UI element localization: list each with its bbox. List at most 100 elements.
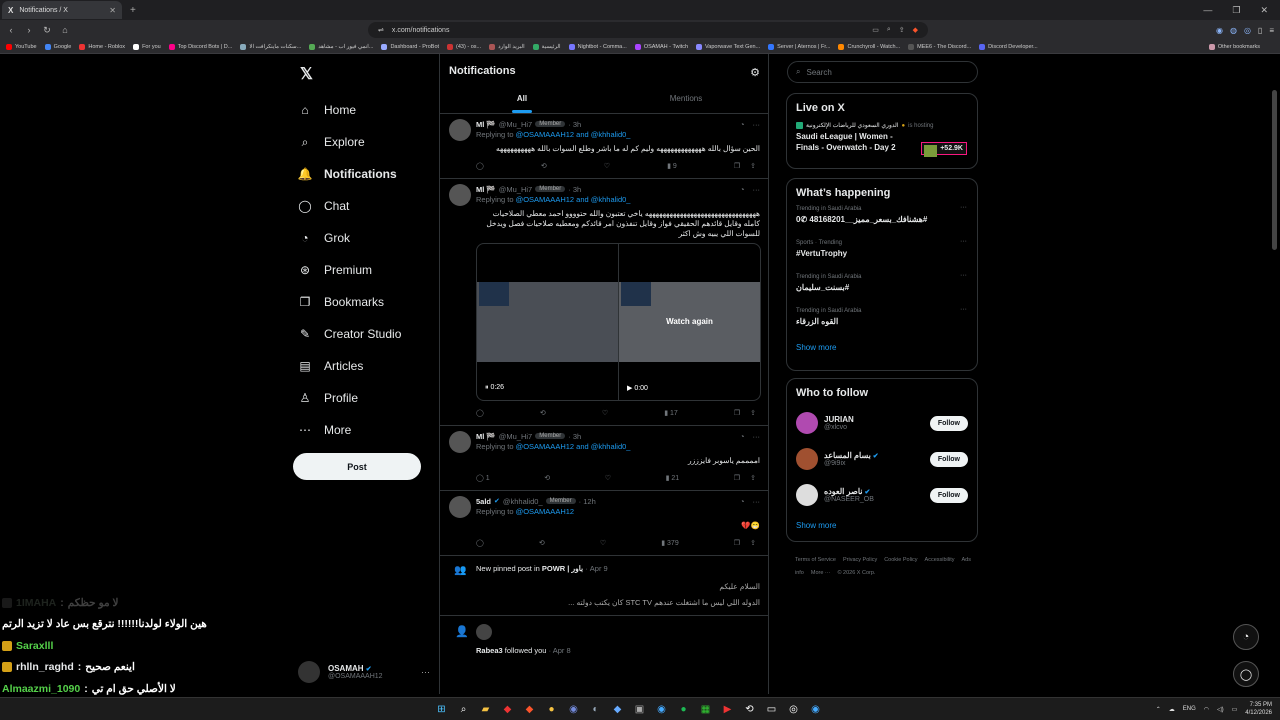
follow-button[interactable]: Follow: [929, 487, 968, 503]
like-icon[interactable]: ♡: [600, 539, 606, 547]
footer-link[interactable]: Accessibility: [925, 557, 955, 563]
bookmark-item[interactable]: For you: [133, 43, 161, 50]
footer-link[interactable]: More ···: [811, 570, 831, 576]
home-icon[interactable]: ⌂: [60, 25, 70, 35]
footer-link[interactable]: Cookie Policy: [884, 557, 917, 563]
app-icon[interactable]: ▶: [719, 701, 736, 718]
follow-suggestion[interactable]: بسام المساعد ✔ @9i9ix Follow: [787, 441, 977, 477]
nav-explore[interactable]: ⌕ Explore: [298, 126, 401, 158]
follow-suggestion[interactable]: JURIAN @xlcvo Follow: [787, 405, 977, 441]
browser-tab[interactable]: X Notifications / X ✕: [2, 1, 122, 19]
avatar[interactable]: [449, 184, 471, 206]
bookmark-item[interactable]: Server | Aternos | Fr...: [768, 43, 830, 50]
bookmark-icon[interactable]: ❐: [734, 539, 740, 547]
retweet-icon[interactable]: ⟲: [539, 539, 545, 547]
author-name[interactable]: Ml 🏁: [476, 432, 496, 441]
live-viewer-count[interactable]: +52.9K: [921, 142, 967, 157]
bookmark-item[interactable]: سكنات ماينكرافت الا...: [240, 43, 301, 50]
nav-profile[interactable]: ♙ Profile: [298, 382, 401, 414]
nav-creator-studio[interactable]: ✎ Creator Studio: [298, 318, 401, 350]
bookmark-item[interactable]: Nightbot - Comma...: [568, 43, 627, 50]
discord-icon[interactable]: ◉: [565, 701, 582, 718]
steam-icon[interactable]: ◐: [587, 701, 604, 718]
follow-button[interactable]: Follow: [929, 415, 968, 431]
app-icon[interactable]: ◉: [807, 701, 824, 718]
more-icon[interactable]: ···: [421, 667, 430, 677]
tweet-notification[interactable]: 5ald ✔ @khhalid0_ Member · 12h ◔ ··· Replying t…: [440, 491, 768, 556]
avatar[interactable]: [796, 484, 818, 506]
bookmark-icon[interactable]: ❐: [734, 474, 740, 482]
watch-again-button[interactable]: Watch again: [619, 317, 760, 326]
app-icon[interactable]: ▣: [631, 701, 648, 718]
volume-icon[interactable]: ◁): [1217, 706, 1224, 713]
more-icon[interactable]: ···: [753, 185, 761, 194]
app-icon[interactable]: ◆: [609, 701, 626, 718]
footer-link[interactable]: Terms of Service: [795, 557, 836, 563]
back-icon[interactable]: ‹: [6, 25, 16, 35]
post-button[interactable]: Post: [293, 453, 421, 480]
avatar[interactable]: [796, 412, 818, 434]
bookmark-item[interactable]: (43) - os...: [447, 43, 481, 50]
language-indicator[interactable]: ENG: [1183, 706, 1196, 712]
stream-title[interactable]: Saudi eLeague | Women - Finals - Overwat…: [787, 129, 907, 155]
views-icon[interactable]: ▮ 21: [666, 474, 680, 482]
more-icon[interactable]: ···: [753, 120, 761, 129]
share-icon[interactable]: ⇪: [750, 539, 756, 547]
tab-all[interactable]: All: [440, 89, 604, 113]
follower-name[interactable]: Rabea3: [476, 646, 503, 655]
battery-icon[interactable]: ▭: [1232, 706, 1238, 713]
trend-item[interactable]: Trending in Saudi Arabia القوه الزرقاء ···: [787, 301, 977, 335]
app-icon[interactable]: ◎: [785, 701, 802, 718]
tray-icon[interactable]: ⌃: [1156, 706, 1161, 713]
author-name[interactable]: 5ald: [476, 497, 491, 506]
mention-link[interactable]: @OSAMAAAH12 and @khhalid0_: [516, 442, 631, 451]
url-field[interactable]: ⇌ x.com/notifications ▭ ⌕ ⇪ ◆: [368, 22, 928, 38]
nav-home[interactable]: ⌂ Home: [298, 94, 401, 126]
trend-item[interactable]: Trending in Saudi Arabia #هشنافك_بسعر_ممي…: [787, 199, 977, 233]
bookmark-item[interactable]: Crunchyroll - Watch...: [838, 43, 900, 50]
scrollbar[interactable]: [1272, 60, 1278, 620]
views-icon[interactable]: ▮ 379: [661, 539, 678, 547]
author-name[interactable]: Ml 🏁: [476, 120, 496, 129]
app-icon[interactable]: ⟲: [741, 701, 758, 718]
close-tab-icon[interactable]: ✕: [109, 6, 116, 15]
nav-more[interactable]: ⋯ More: [298, 414, 401, 446]
grok-icon[interactable]: ◔: [740, 497, 745, 506]
pinned-post-notification[interactable]: 👥 New pinned post in POWR | باور · Apr 9…: [440, 556, 768, 616]
live-host[interactable]: is hosting ● الدوري السعودي للرياضات الإ…: [787, 114, 977, 129]
app-icon[interactable]: ▦: [697, 701, 714, 718]
mention-link[interactable]: @OSAMAAAH12 and @khhalid0_: [516, 195, 631, 204]
trend-item[interactable]: Sports · Trending #VertuTrophy ···: [787, 233, 977, 267]
avatar[interactable]: [449, 119, 471, 141]
extension-icon[interactable]: ◎: [1244, 26, 1251, 35]
bookmark-item[interactable]: Vaporwave Text Gen...: [696, 43, 760, 50]
tray-icon[interactable]: ☁: [1169, 706, 1175, 713]
grok-icon[interactable]: ◔: [740, 185, 745, 194]
reply-icon[interactable]: ◯ 1: [476, 474, 490, 482]
account-switcher[interactable]: OSAMAH ✔ @OSAMAAAH12 ···: [298, 658, 430, 686]
more-icon[interactable]: ···: [753, 432, 761, 441]
bookmark-item[interactable]: YouTube: [6, 43, 37, 50]
bookmark-item[interactable]: انمي فيور اب - مشاهد...: [309, 43, 373, 50]
nav-grok[interactable]: ◔ Grok: [298, 222, 401, 254]
show-more-link[interactable]: Show more: [787, 335, 977, 360]
views-icon[interactable]: ▮ 9: [667, 162, 677, 170]
bookmark-item[interactable]: Dashboard - ProBot: [381, 43, 439, 50]
spotify-icon[interactable]: ●: [675, 701, 692, 718]
footer-link[interactable]: Privacy Policy: [843, 557, 877, 563]
bookmark-item[interactable]: البريد الوارد: [489, 43, 525, 50]
tweet-notification[interactable]: Ml 🏁 @Mu_Hi7 Member · 3h ◔ ··· Replying to @OS…: [440, 426, 768, 491]
more-icon[interactable]: ···: [753, 497, 761, 506]
wifi-icon[interactable]: ◠: [1204, 706, 1209, 713]
brave-icon[interactable]: ◆: [521, 701, 538, 718]
footer-link[interactable]: © 2026 X Corp.: [837, 570, 875, 576]
share-icon[interactable]: ⇪: [750, 162, 756, 170]
close-window-icon[interactable]: ✕: [1260, 5, 1268, 16]
app-icon[interactable]: ▭: [763, 701, 780, 718]
scroll-thumb[interactable]: [1272, 90, 1277, 250]
extension-icon[interactable]: ◉: [1216, 26, 1223, 35]
avatar[interactable]: [449, 496, 471, 518]
more-icon[interactable]: ···: [960, 306, 967, 313]
new-tab-icon[interactable]: +: [130, 5, 136, 16]
avatar[interactable]: [449, 431, 471, 453]
